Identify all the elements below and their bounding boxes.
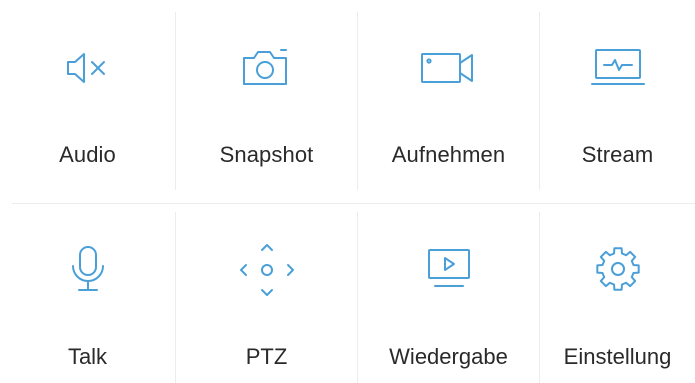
menu-item-label: Audio <box>59 142 116 167</box>
speaker-mute-icon <box>58 46 118 90</box>
menu-item-snapshot[interactable]: Snapshot <box>176 0 357 203</box>
menu-item-talk[interactable] <box>0 204 175 383</box>
menu-item-audio[interactable]: Audio <box>0 0 175 203</box>
menu-item-label: Snapshot <box>219 142 314 167</box>
video-camera-icon <box>419 46 479 90</box>
camera-icon <box>237 46 297 90</box>
menu-item-label: Aufnehmen <box>391 142 506 167</box>
menu-item-label: Stream <box>581 142 654 167</box>
menu-item-einstellung[interactable] <box>540 204 695 383</box>
control-grid: Audio Snapshot Aufnehmen Stream Talk PTZ… <box>0 0 695 383</box>
menu-item-stream[interactable]: Stream <box>540 0 695 203</box>
menu-item-ptz[interactable] <box>176 204 357 383</box>
monitor-pulse-icon <box>588 46 648 90</box>
menu-item-wiedergabe[interactable] <box>358 204 539 383</box>
menu-item-aufnehmen[interactable]: Aufnehmen <box>358 0 539 203</box>
